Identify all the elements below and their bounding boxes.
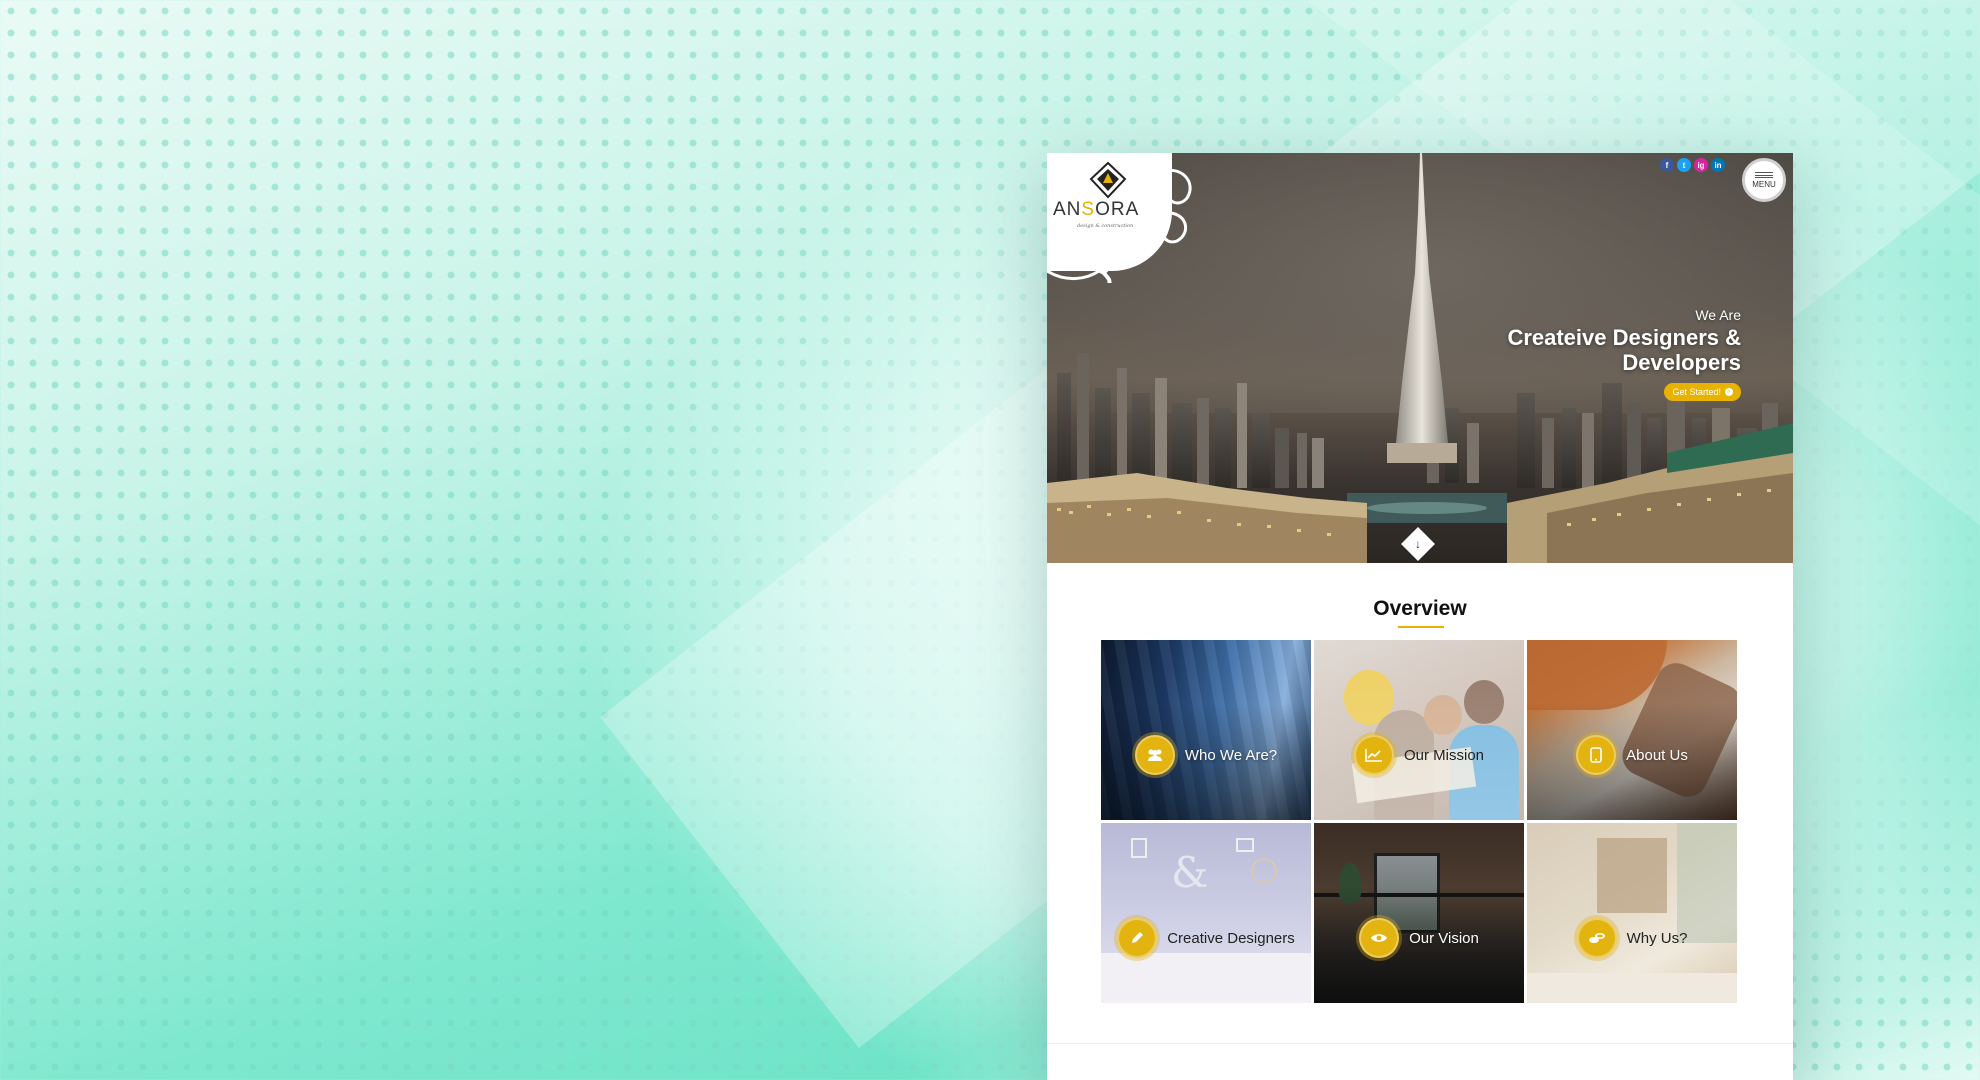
arrow-right-icon: ›: [1725, 388, 1733, 396]
hero-copy: We Are Createive Designers & Developers …: [1507, 307, 1741, 401]
mobile-icon: [1576, 735, 1617, 775]
tile-our-mission[interactable]: Our Mission: [1314, 640, 1524, 820]
tile-why-us[interactable]: Why Us?: [1527, 823, 1737, 1003]
menu-label: MENU: [1752, 179, 1776, 189]
logo-tagline: design & construction: [1077, 223, 1134, 229]
logo-emblem-icon: [1089, 161, 1127, 199]
menu-button[interactable]: MENU: [1742, 158, 1786, 202]
hero-headline: Createive Designers & Developers: [1507, 325, 1741, 375]
linkedin-icon[interactable]: in: [1711, 158, 1725, 172]
logo-wordmark: ANSORA: [1053, 199, 1140, 220]
section-divider: [1047, 1043, 1793, 1044]
instagram-icon[interactable]: ig: [1694, 158, 1708, 172]
tile-who-we-are[interactable]: Who We Are?: [1101, 640, 1311, 820]
coins-icon: [1576, 918, 1617, 958]
twitter-icon[interactable]: t: [1677, 158, 1691, 172]
users-icon: [1134, 735, 1175, 775]
tile-label: Our Vision: [1409, 929, 1479, 947]
hero-kicker: We Are: [1695, 307, 1741, 323]
heading-underline: [1398, 626, 1444, 628]
logo-badge[interactable]: ANSORA design & construction: [1047, 153, 1192, 283]
tile-our-vision[interactable]: Our Vision: [1314, 823, 1524, 1003]
tile-label: Our Mission: [1403, 746, 1485, 764]
facebook-icon[interactable]: f: [1660, 158, 1674, 172]
hamburger-icon: [1755, 171, 1773, 178]
chart-line-icon: [1353, 735, 1394, 775]
tile-label: About Us: [1626, 746, 1688, 764]
tile-creative-designers[interactable]: & Creative Designers: [1101, 823, 1311, 1003]
tile-label: Who We Are?: [1184, 746, 1278, 764]
tile-label: Creative Designers: [1167, 929, 1295, 947]
get-started-button[interactable]: Get Started! ›: [1664, 383, 1741, 401]
website-mockup: ANSORA design & construction f t ig in M…: [1047, 153, 1793, 1080]
hero-banner: ANSORA design & construction f t ig in M…: [1047, 153, 1793, 563]
tile-about-us[interactable]: About Us: [1527, 640, 1737, 820]
social-links: f t ig in: [1660, 158, 1725, 172]
arrow-down-icon: ↓: [1415, 537, 1421, 551]
eye-icon: [1359, 918, 1400, 958]
pencil-icon: [1117, 918, 1158, 958]
overview-grid: Who We Are? Our Mission About Us & Creat…: [1101, 640, 1739, 1003]
overview-heading: Overview: [1373, 597, 1467, 620]
tile-label: Why Us?: [1626, 929, 1688, 947]
